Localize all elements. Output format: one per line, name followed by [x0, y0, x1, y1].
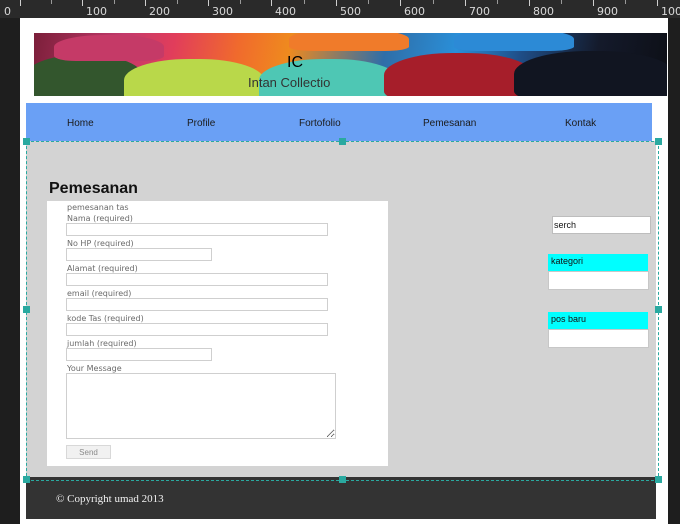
site-logo-name: Intan Collectio — [248, 75, 331, 90]
ruler-label: 100 — [86, 5, 107, 18]
ruler-label: 100 — [661, 5, 680, 18]
resize-handle[interactable] — [655, 476, 662, 483]
site-footer: © Copyright umad 2013 — [26, 477, 656, 519]
resize-handle[interactable] — [655, 306, 662, 313]
nav-item-kontak[interactable]: Kontak — [565, 118, 596, 129]
ruler-label: 300 — [212, 5, 233, 18]
footer-copyright: © Copyright umad 2013 — [56, 493, 164, 505]
resize-handle[interactable] — [23, 138, 30, 145]
nav-item-profile[interactable]: Profile — [187, 118, 215, 129]
resize-handle[interactable] — [23, 476, 30, 483]
ruler-label: 700 — [469, 5, 490, 18]
ruler-label: 600 — [404, 5, 425, 18]
ruler-label: 200 — [149, 5, 170, 18]
resize-handle[interactable] — [23, 306, 30, 313]
resize-handle[interactable] — [339, 138, 346, 145]
ruler-label: 400 — [275, 5, 296, 18]
ruler-label: 500 — [340, 5, 361, 18]
ruler: 0 100 200 300 400 500 600 700 800 900 10… — [0, 0, 680, 18]
selection-outline — [26, 141, 659, 481]
site-logo-initials: IC — [287, 54, 303, 71]
header-banner — [34, 33, 667, 96]
resize-handle[interactable] — [339, 476, 346, 483]
main-nav: Home Profile Fortofolio Pemesanan Kontak — [26, 103, 652, 141]
ruler-label: 0 — [4, 5, 11, 18]
nav-item-pemesanan[interactable]: Pemesanan — [423, 118, 476, 129]
ruler-label: 800 — [533, 5, 554, 18]
resize-handle[interactable] — [655, 138, 662, 145]
nav-item-fortofolio[interactable]: Fortofolio — [299, 118, 341, 129]
ruler-label: 900 — [597, 5, 618, 18]
nav-item-home[interactable]: Home — [67, 118, 94, 129]
